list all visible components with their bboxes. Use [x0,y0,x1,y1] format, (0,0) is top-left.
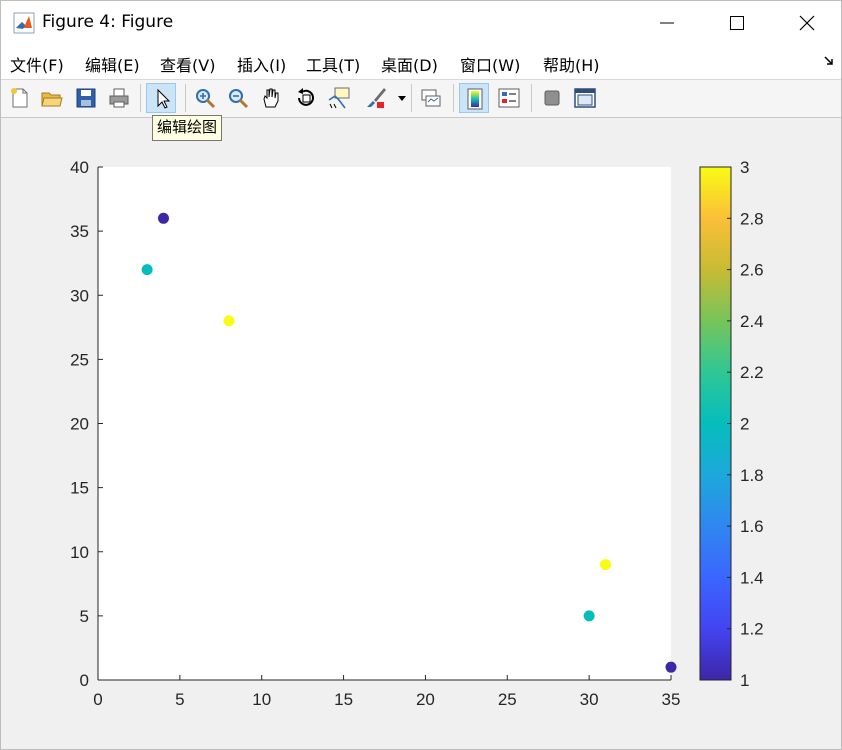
y-tick-label: 5 [80,607,89,626]
scatter-plot[interactable]: 0 5 10 15 20 25 30 35 0 5 10 15 20 25 30 35 40 1 1.2 1.4 1.6… [1,1,841,749]
colorbar-tick-label: 2.4 [740,312,764,331]
colorbar-tick-label: 2.2 [740,363,764,382]
y-tick-label: 15 [70,479,89,498]
x-tick-label: 30 [580,690,599,709]
colorbar-tick-label: 2 [740,415,749,434]
y-tick-label: 10 [70,543,89,562]
y-tick-label: 40 [70,158,89,177]
y-tick-label: 0 [80,671,89,690]
colorbar-tick-label: 1.4 [740,568,764,587]
scatter-point [223,315,235,327]
y-tick-label: 25 [70,350,89,369]
axes-background [98,167,671,680]
plot-layer: 0 5 10 15 20 25 30 35 0 5 10 15 20 25 30 35 40 1 1.2 1.4 1.6… [70,158,764,709]
x-tick-label: 15 [334,690,353,709]
edit-plot-tooltip: 编辑绘图 [152,115,223,141]
colorbar-tick-label: 1 [740,671,749,690]
colorbar-tick-label: 1.8 [740,466,764,485]
x-tick-label: 20 [416,690,435,709]
colorbar-tick-label: 2.6 [740,261,764,280]
scatter-point [141,264,153,276]
x-tick-label: 35 [662,690,681,709]
x-tick-label: 0 [93,690,102,709]
colorbar-tick-label: 2.8 [740,209,764,228]
colorbar-tick-label: 3 [740,158,749,177]
scatter-point [583,610,595,622]
x-tick-label: 25 [498,690,517,709]
x-tick-label: 10 [252,690,271,709]
scatter-point [600,559,612,571]
colorbar-tick-label: 1.2 [740,620,764,639]
figure-window: Figure 4: Figure 文件(F) 编辑(E) 查看(V) 插入(I)… [0,0,842,750]
colorbar-tick-label: 1.6 [740,517,764,536]
colorbar [699,166,732,681]
scatter-point [157,212,169,224]
x-tick-label: 5 [175,690,184,709]
y-tick-label: 35 [70,222,89,241]
y-tick-label: 20 [70,415,89,434]
y-tick-label: 30 [70,286,89,305]
scatter-point [665,661,677,673]
